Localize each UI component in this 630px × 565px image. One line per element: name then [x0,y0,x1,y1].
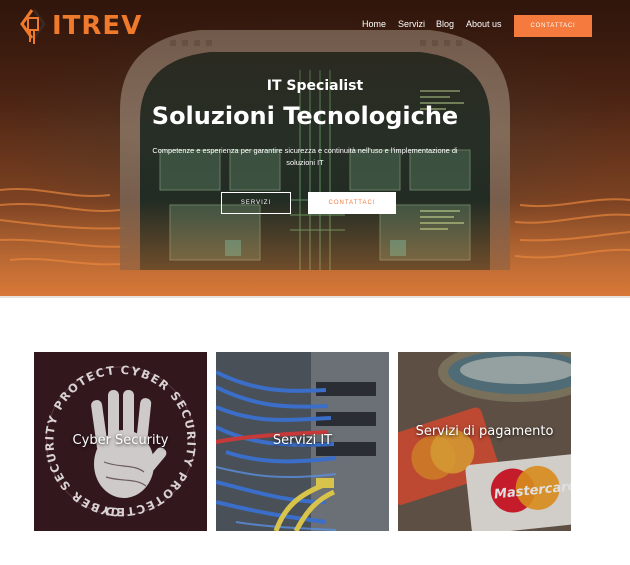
service-card-cyber-security[interactable]: CYBER SECURITY PROTECTED CYBER SECURITY … [34,352,207,531]
hero-divider [0,296,630,298]
main-nav: Home Servizi Blog About us CONTATTACI [0,15,630,37]
service-card-servizi-pagamento[interactable]: Mastercard Servizi di pagamento [398,352,571,531]
card-title-servizi-pagamento: Servizi di pagamento [415,424,554,439]
hero-kicker: IT Specialist [266,78,364,94]
nav-item-home[interactable]: Home [362,19,386,29]
nav-item-blog[interactable]: Blog [436,19,454,29]
nav-item-about-us[interactable]: About us [466,19,502,29]
hero-subtitle: Competenze e esperienza per garantire si… [152,146,458,167]
hero-services-button[interactable]: SERVIZI [221,192,291,214]
card-title-cyber-security: Cyber Security [72,433,169,448]
hero-contact-button[interactable]: CONTATTACI [308,192,396,214]
payment-cards-image: Mastercard [398,352,571,531]
hero-title: Soluzioni Tecnologiche [151,102,459,130]
nav-contact-button[interactable]: CONTATTACI [514,15,592,37]
nav-item-servizi[interactable]: Servizi [398,19,425,29]
card-title-servizi-it: Servizi IT [272,433,333,448]
hero-banner: ITREV Home Servizi Blog About us CONTATT… [0,0,630,298]
service-card-servizi-it[interactable]: Servizi IT [216,352,389,531]
